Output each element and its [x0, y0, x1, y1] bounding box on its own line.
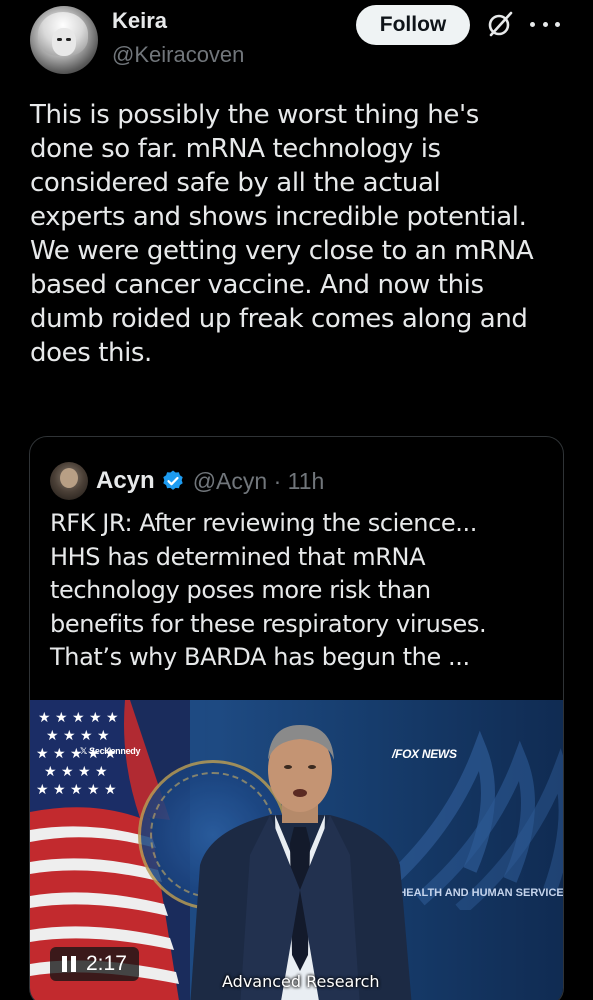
svg-text:★ ★ ★ ★: ★ ★ ★ ★	[44, 764, 108, 780]
x-handle-overlay: 𝕏 SecKennedy	[80, 746, 141, 756]
quoted-tweet-card[interactable]: Acyn @Acyn · 11h RFK JR: After reviewing…	[29, 436, 564, 1000]
tweet-line: based cancer vaccine. And now this	[30, 270, 484, 300]
video-time: 2:17	[86, 952, 127, 975]
verified-badge-icon	[162, 470, 183, 490]
quoted-tweet-time[interactable]: 11h	[288, 468, 325, 494]
quoted-author-avatar[interactable]	[50, 462, 88, 500]
quoted-author-handle-time: @Acyn · 11h	[193, 468, 325, 495]
author-display-name[interactable]: Keira	[112, 8, 167, 34]
tweet-text: This is possibly the worst thing he's do…	[30, 98, 570, 370]
quoted-tweet-header: Acyn @Acyn · 11h	[50, 461, 324, 501]
tweet-line: considered safe by all the actual	[30, 168, 441, 198]
separator-dot: ·	[273, 467, 282, 494]
video-player[interactable]: ★ ★ ★ ★ ★ ★ ★ ★ ★ ★ ★ ★ ★ ★ ★ ★ ★ ★ ★ ★ …	[30, 700, 563, 1000]
svg-text:★ ★ ★ ★ ★: ★ ★ ★ ★ ★	[38, 710, 119, 726]
quoted-line: benefits for these respiratory viruses.	[50, 609, 487, 638]
quoted-line: RFK JR: After reviewing the science...	[50, 509, 477, 537]
tweet-line: done so far. mRNA technology is	[30, 134, 441, 164]
video-caption: Advanced Research	[222, 972, 380, 991]
svg-text:★ ★ ★ ★: ★ ★ ★ ★	[46, 728, 110, 744]
quoted-author-name[interactable]: Acyn	[96, 467, 155, 495]
tweet-line: This is possibly the worst thing he's	[30, 100, 479, 130]
tweet-line: does this.	[30, 338, 152, 368]
x-handle-text: SecKennedy	[89, 746, 141, 756]
pause-icon[interactable]	[62, 956, 76, 972]
more-options-icon[interactable]	[530, 10, 560, 38]
quoted-tweet-text: RFK JR: After reviewing the science... H…	[50, 507, 550, 675]
grok-icon[interactable]	[486, 10, 514, 38]
tweet-line: experts and shows incredible potential.	[30, 202, 527, 232]
tweet-line: dumb roided up freak comes along and	[30, 304, 528, 334]
speaker-image	[190, 725, 412, 1000]
quoted-author-handle[interactable]: @Acyn	[193, 468, 267, 494]
author-handle[interactable]: @Keiracoven	[112, 42, 244, 68]
video-time-badge[interactable]: 2:17	[50, 947, 139, 981]
follow-button[interactable]: Follow	[356, 5, 470, 45]
author-avatar[interactable]	[30, 6, 98, 74]
svg-text:★ ★ ★ ★ ★: ★ ★ ★ ★ ★	[36, 782, 117, 798]
tweet-line: We were getting very close to an mRNA	[30, 236, 534, 266]
quoted-line: That’s why BARDA has begun the ...	[50, 643, 470, 671]
quoted-line: HHS has determined that mRNA	[50, 542, 426, 571]
quoted-line: technology poses more risk than	[50, 576, 431, 604]
tweet-header: Keira @Keiracoven Follow	[0, 0, 593, 90]
